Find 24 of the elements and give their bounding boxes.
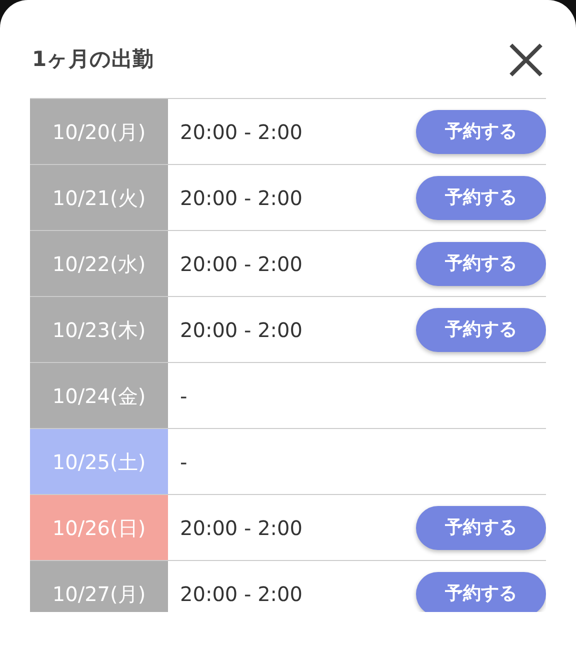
reserve-button[interactable]: 予約する [416,242,546,286]
close-icon [508,42,544,78]
time-text: 20:00 - 2:00 [180,580,302,608]
date-cell: 10/22(水) [30,231,168,296]
date-cell: 10/27(月) [30,561,168,612]
time-text: 20:00 - 2:00 [180,184,302,212]
time-text: - [180,382,188,410]
time-text: 20:00 - 2:00 [180,250,302,278]
date-cell: 10/21(火) [30,165,168,230]
date-cell: 10/25(土) [30,429,168,494]
reserve-button[interactable]: 予約する [416,110,546,154]
date-cell: 10/20(月) [30,99,168,164]
time-text: 20:00 - 2:00 [180,118,302,146]
date-cell: 10/26(日) [30,495,168,560]
time-text: 20:00 - 2:00 [180,514,302,542]
date-cell: 10/23(木) [30,297,168,362]
reserve-button[interactable]: 予約する [416,308,546,352]
dialog-title: 1ヶ月の出勤 [32,46,154,74]
reserve-button[interactable]: 予約する [416,506,546,550]
time-text: - [180,448,188,476]
time-text: 20:00 - 2:00 [180,316,302,344]
reserve-button[interactable]: 予約する [416,572,546,612]
reserve-button[interactable]: 予約する [416,176,546,220]
date-cell: 10/24(金) [30,363,168,428]
